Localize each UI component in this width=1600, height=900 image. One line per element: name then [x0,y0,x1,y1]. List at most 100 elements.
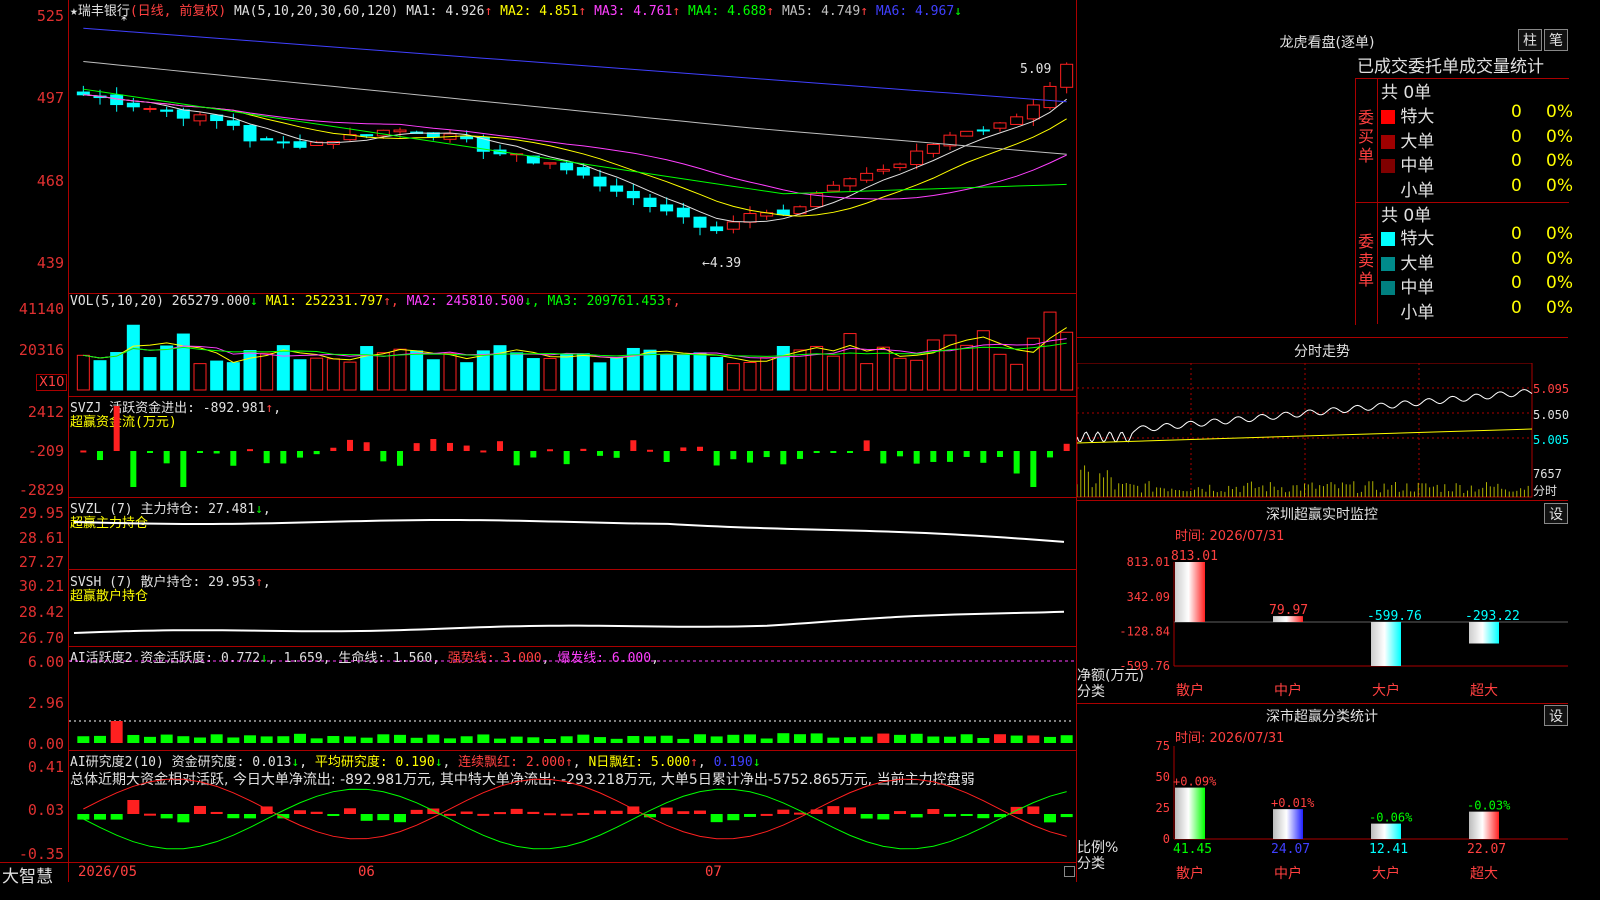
candle-body [126,102,140,108]
candle-body [776,209,790,216]
net-bar-label: 79.97 [1269,603,1308,618]
flow-bar [747,451,753,463]
research-bar [1044,814,1056,823]
intraday-chart[interactable] [1077,363,1568,498]
research-bar [760,813,773,816]
order-count: 0 [1511,151,1522,171]
candle-body [893,163,907,169]
candlestick-chart[interactable]: * [69,0,1076,293]
intraday-price-label: 5.005 [1533,433,1570,447]
flow-bar [480,450,487,453]
flow-bar [963,451,970,457]
activity-bar [94,735,106,743]
net-bar [1371,622,1401,666]
net-bar [1469,622,1499,644]
volume-bar [510,352,524,391]
volume-bar [576,353,590,391]
main-chart-area[interactable]: ★瑞丰银行(日线, 前复权) MA(5,10,20,30,60,120) MA1… [0,0,1077,887]
monitor-ylabel: 净额(万元) [1077,668,1144,684]
volume-bar [543,358,557,391]
research-bar [360,814,373,821]
order-label: 大单 [1395,253,1435,274]
research-line-red [83,778,1067,840]
color-swatch [1381,256,1395,271]
ma-line [83,61,1067,155]
ratio-change-label: +0.09% [1173,775,1217,789]
monitor-settings-button[interactable]: 设 [1544,503,1568,524]
research-bar [410,809,423,814]
volume-bar [143,357,157,391]
research-bar [510,808,523,814]
activity-bar [244,735,256,743]
activity-bar [610,738,623,743]
sell-total: 共 0单 [1381,206,1432,226]
research-bar [827,806,840,814]
candle-body [743,213,757,223]
candle-body [876,168,890,172]
candle-body [560,162,574,171]
monitor-axis-label: 342.09 [1127,590,1170,604]
volume-bar [743,361,757,391]
bar-mode-button[interactable]: 柱 [1518,29,1542,51]
stats-axis-label: 50 [1156,770,1170,784]
capital-flow-bars [80,406,1070,487]
flow-bar [913,451,920,464]
research-bar [210,811,223,814]
order-percent: 0% [1546,151,1573,171]
order-label: 小单 [1395,180,1435,201]
candle-body [460,136,474,140]
date-label: 07 [705,864,722,880]
volume-bars [76,311,1074,391]
net-bar-label: 813.01 [1171,549,1218,564]
order-percent: 0% [1546,248,1573,269]
volume-bar [710,357,724,391]
ratio-change-label: -0.06% [1369,811,1413,825]
order-percent: 0% [1546,224,1573,244]
candle-body [293,141,307,148]
candle-body [660,204,674,212]
research-bar [694,810,706,814]
monitor-axis-label: -128.84 [1119,625,1170,639]
research-bar [344,808,356,814]
activity-bar [510,736,523,743]
stats-ylabel: 比例% [1077,840,1118,856]
tick-mode-button[interactable]: 笔 [1544,29,1568,51]
activity-bar [627,736,640,743]
net-amount-chart: 813.01 342.09 -128.84 -599.76 813.01 散户 79.97 中… [1077,549,1568,700]
activity-bar [1010,735,1023,743]
volume-bar [176,333,190,391]
flow-bar [163,451,170,464]
order-stat-tabs[interactable]: 已成交委托单成交量统计 [1357,52,1544,77]
activity-bar [977,737,990,743]
right-panel: 龙虎看盘(逐单) 柱 笔 已成交委托单成交量统计 委买单 共 0单 特大 0 0% … [1077,0,1573,882]
candle-body [976,129,990,132]
activity-bar [77,736,90,743]
order-percent: 0% [1546,126,1573,147]
flow-bar [930,451,937,462]
activity-bar [1027,735,1040,743]
stats-settings-button[interactable]: 设 [1544,705,1568,726]
activity-bar [377,734,390,743]
flow-bar [463,445,470,451]
order-count: 0 [1511,248,1522,269]
volume-bar [826,355,840,391]
activity-bar [777,733,790,743]
ai2-axis-label: 0.03 [27,801,64,819]
retail-line [73,610,1065,634]
volume-bar [993,353,1007,391]
research-bar [177,814,190,823]
intraday-avg-line [1077,428,1533,444]
flow-bar [697,446,703,451]
volume-bar [93,360,107,391]
price-axis-label: 497 [36,89,64,107]
research-bar [727,814,740,821]
ratio-change-label: -0.03% [1467,799,1511,813]
lock-icon[interactable] [1064,866,1075,877]
research-bar [94,814,106,820]
research-bar [110,814,123,820]
volume-bar [1010,363,1024,391]
volume-bar [776,345,790,391]
volume-bar [426,359,440,391]
activity-bar [727,734,740,743]
monitor-xlabel: 分类 [1077,684,1105,700]
